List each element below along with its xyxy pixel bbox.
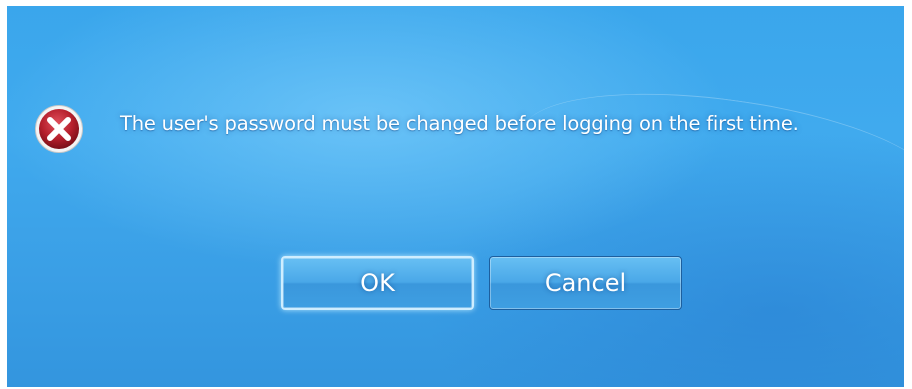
- photo-border-right: [904, 0, 912, 389]
- cancel-button[interactable]: Cancel: [489, 256, 682, 310]
- photo-border-left: [0, 0, 7, 389]
- error-message: The user's password must be changed befo…: [120, 112, 799, 135]
- logon-screen: The user's password must be changed befo…: [0, 0, 912, 389]
- photo-border-top: [0, 0, 912, 6]
- error-icon: [35, 105, 83, 153]
- background-streak: [513, 71, 912, 250]
- ok-button[interactable]: OK: [281, 256, 474, 310]
